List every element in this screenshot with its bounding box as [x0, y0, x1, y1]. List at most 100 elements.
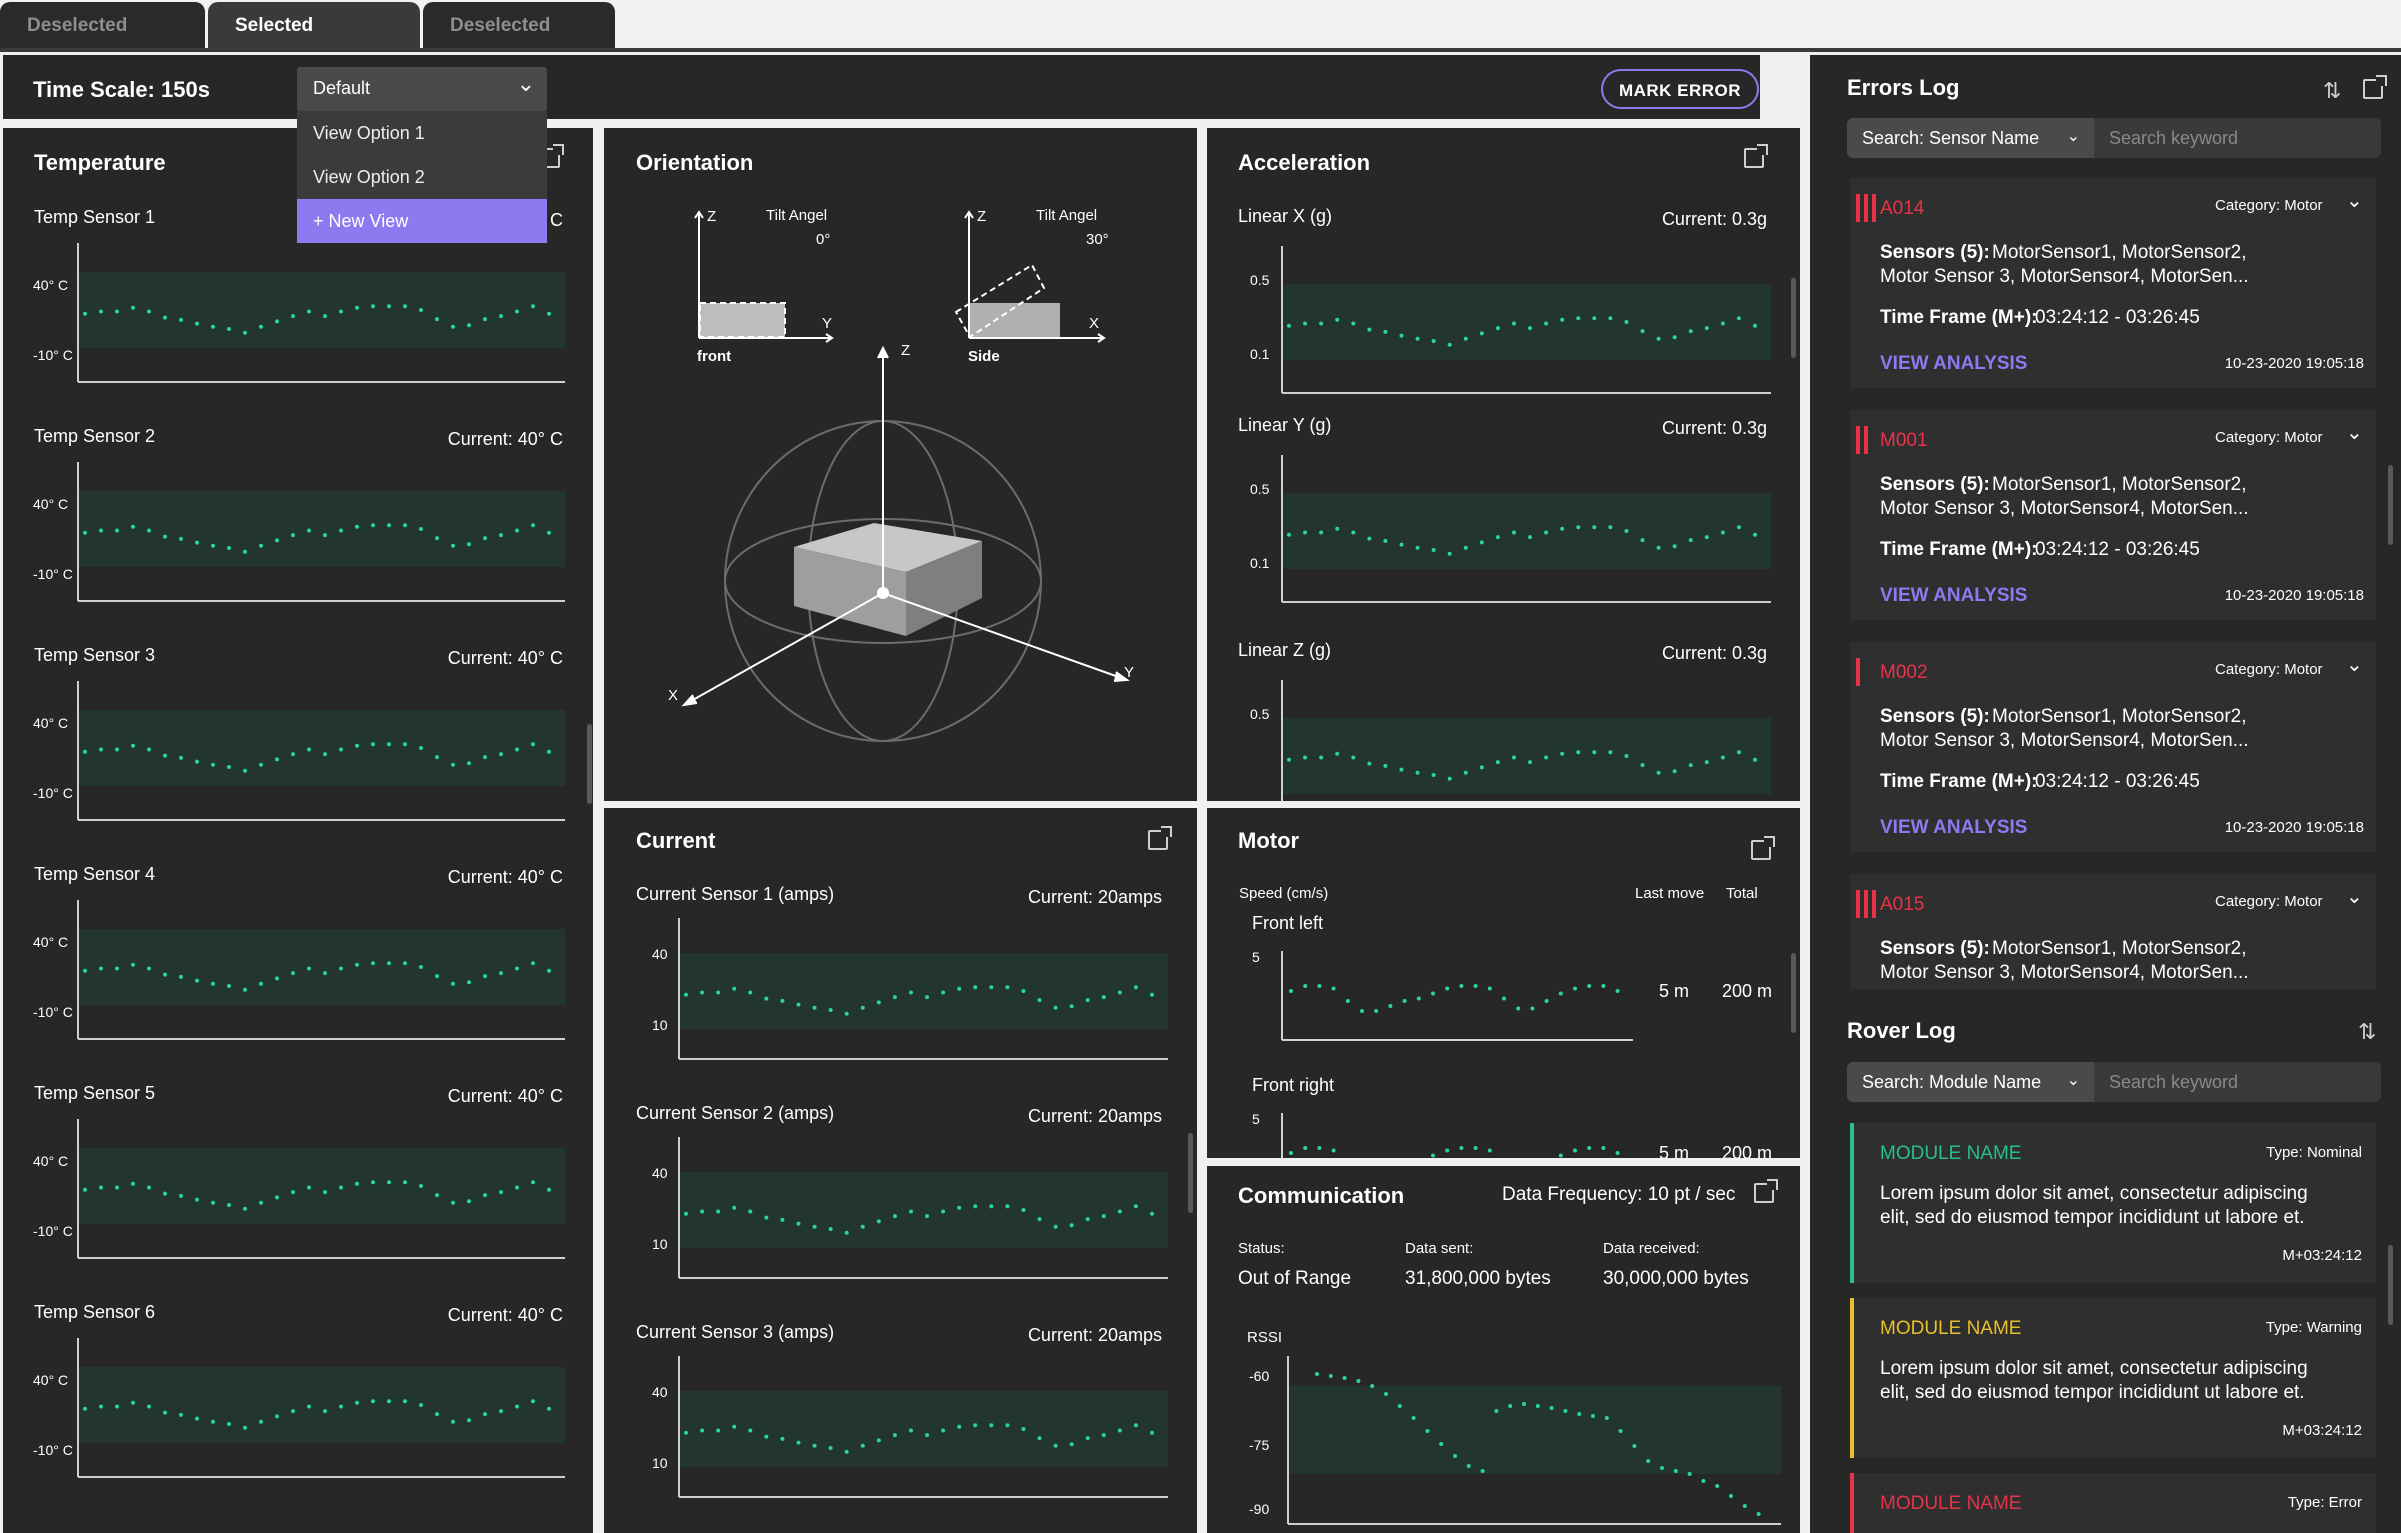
view-analysis-link[interactable]: VIEW ANALYSIS	[1880, 585, 2027, 607]
data-point	[83, 749, 87, 754]
data-point	[1319, 530, 1324, 535]
motor-total: 200 m	[1722, 981, 1773, 1001]
data-point	[1608, 750, 1613, 755]
view-analysis-link[interactable]: VIEW ANALYSIS	[1880, 817, 2027, 839]
motor-plot	[1281, 951, 1633, 1041]
data-point	[275, 757, 279, 762]
data-point	[547, 530, 551, 535]
chevron-down-icon[interactable]: ⌄	[2346, 884, 2363, 909]
front-axis-y: Y	[822, 315, 833, 332]
data-point	[227, 765, 231, 769]
view-option-1[interactable]: View Option 1	[297, 111, 547, 155]
scrollbar[interactable]	[1791, 278, 1796, 358]
tab-deselected-2[interactable]: Deselected	[423, 2, 615, 48]
data-point	[307, 1185, 311, 1190]
side-axis-z: Z	[977, 208, 987, 225]
data-point	[99, 528, 103, 533]
motor-panel: Motor Speed (cm/s) Last move Total Front…	[1207, 808, 1800, 1158]
scrollbar[interactable]	[1188, 1133, 1193, 1213]
error-card[interactable]: A015 Category: Motor ⌄ Sensors (5): MotorSen…	[1850, 874, 2376, 989]
error-card[interactable]: A014 Category: Motor ⌄ Sensors (5): MotorSen…	[1850, 178, 2376, 388]
acceleration-title: Acceleration	[1238, 150, 1371, 175]
sensors-line2: Motor Sensor 3, MotorSensor4, MotorSen..…	[1880, 266, 2249, 287]
scrollbar[interactable]	[1791, 953, 1796, 1033]
error-search-input[interactable]: Search keyword	[2094, 118, 2381, 158]
expand-icon[interactable]	[1744, 144, 1768, 168]
data-point	[1287, 323, 1291, 328]
data-point	[419, 527, 423, 531]
time-scale-bar: Time Scale: 150s MARK ERROR	[3, 55, 1760, 119]
data-point	[179, 317, 183, 322]
data-point	[403, 1180, 407, 1185]
error-card[interactable]: M001 Category: Motor ⌄ Sensors (5): MotorSen…	[1850, 410, 2376, 620]
sort-icon[interactable]: ⇅	[2358, 1019, 2376, 1045]
scrollbar[interactable]	[2388, 1245, 2393, 1325]
expand-icon[interactable]	[1751, 836, 1775, 860]
data-point	[1729, 1494, 1733, 1498]
chevron-down-icon[interactable]: ⌄	[2346, 188, 2363, 213]
data-point	[275, 1414, 279, 1419]
data-point	[1037, 1217, 1042, 1222]
data-point	[1463, 336, 1468, 341]
data-point	[892, 1214, 897, 1219]
error-search-filter[interactable]: Search: Sensor Name ⌄	[1847, 118, 2094, 158]
sensor-current: Current: 40° C	[447, 867, 563, 887]
view-dropdown[interactable]: Default ⌄	[297, 67, 547, 111]
data-point	[291, 752, 295, 757]
data-point	[147, 966, 151, 971]
data-point	[371, 1399, 375, 1404]
front-tilt-label: Tilt Angel	[766, 207, 828, 224]
rover-search-input[interactable]: Search keyword	[2094, 1062, 2381, 1102]
chevron-down-icon[interactable]: ⌄	[2346, 652, 2363, 677]
total-header: Total	[1726, 885, 1758, 902]
sensor-current: Current: 40° C	[447, 1086, 563, 1106]
scrollbar[interactable]	[587, 724, 592, 804]
data-point	[371, 961, 375, 966]
acc-plot	[1281, 680, 1771, 801]
data-point	[355, 524, 359, 529]
data-point	[435, 974, 439, 979]
data-point	[716, 1428, 721, 1433]
error-card[interactable]: M002 Category: Motor ⌄ Sensors (5): MotorSen…	[1850, 642, 2376, 852]
tab-deselected-1[interactable]: Deselected	[0, 2, 205, 48]
sensors-line1: MotorSensor1, MotorSensor2,	[1992, 242, 2247, 263]
data-point	[941, 1209, 946, 1214]
y-tick: -10° C	[33, 566, 73, 582]
tab-selected[interactable]: Selected	[208, 2, 420, 48]
data-point	[467, 761, 471, 766]
temp-plot	[77, 1338, 565, 1478]
view-option-2[interactable]: View Option 2	[297, 155, 547, 199]
rover-log-card[interactable]: MODULE NAME Type: Error	[1850, 1473, 2376, 1533]
data-point	[355, 1400, 359, 1405]
data-point	[115, 966, 119, 971]
data-point	[1495, 326, 1500, 331]
data-point	[941, 990, 946, 995]
error-code: A014	[1880, 198, 1925, 219]
data-point	[732, 1424, 737, 1429]
view-analysis-link[interactable]: VIEW ANALYSIS	[1880, 353, 2027, 375]
mark-error-button[interactable]: MARK ERROR	[1601, 69, 1759, 109]
expand-icon[interactable]	[2363, 75, 2387, 99]
rover-search-filter[interactable]: Search: Module Name ⌄	[1847, 1062, 2094, 1102]
temp-plot	[77, 243, 565, 383]
rover-log-card[interactable]: MODULE NAME Type: Nominal Lorem ipsum dolo…	[1850, 1123, 2376, 1283]
new-view-option[interactable]: + New View	[297, 199, 547, 243]
expand-icon[interactable]	[1754, 1179, 1778, 1203]
error-category: Category: Motor	[2215, 893, 2323, 910]
data-point	[1528, 326, 1533, 331]
data-point	[1530, 1006, 1535, 1011]
y-tick: 40° C	[33, 1153, 69, 1169]
y-tick: 40° C	[33, 715, 69, 731]
data-point	[419, 1184, 423, 1188]
rover-log-card[interactable]: MODULE NAME Type: Warning Lorem ipsum dolo…	[1850, 1298, 2376, 1458]
data-point	[1608, 525, 1613, 530]
expand-icon[interactable]	[1148, 826, 1172, 850]
chevron-down-icon[interactable]: ⌄	[2346, 420, 2363, 445]
sort-icon[interactable]: ⇅	[2323, 78, 2341, 104]
scrollbar[interactable]	[2388, 465, 2393, 545]
data-point	[1351, 530, 1356, 535]
data-point	[1601, 1146, 1606, 1150]
data-point	[467, 542, 471, 547]
data-point	[307, 966, 311, 971]
data-point	[131, 743, 135, 748]
